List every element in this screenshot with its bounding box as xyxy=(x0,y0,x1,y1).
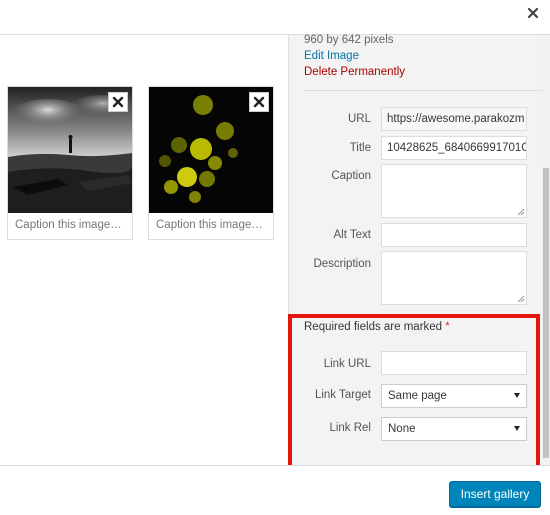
gallery-item-1[interactable]: Caption this image… xyxy=(7,86,133,240)
close-modal-button[interactable] xyxy=(521,2,545,26)
modal-header xyxy=(0,0,550,35)
close-icon xyxy=(253,96,265,108)
edit-image-link[interactable]: Edit Image xyxy=(304,50,359,62)
resize-handle-icon[interactable] xyxy=(517,208,525,216)
resize-handle-icon[interactable] xyxy=(517,295,525,303)
title-field[interactable]: 10428625_684066991701C xyxy=(381,136,527,160)
remove-image-button[interactable] xyxy=(249,92,269,112)
remove-image-button[interactable] xyxy=(108,92,128,112)
caption-input[interactable]: Caption this image… xyxy=(15,219,122,231)
highlight-annotation-box xyxy=(288,314,540,472)
close-icon xyxy=(527,7,539,19)
url-label: URL xyxy=(347,113,371,125)
title-label: Title xyxy=(349,142,371,154)
description-label: Description xyxy=(313,258,371,270)
gallery-item-2[interactable]: Caption this image… xyxy=(148,86,274,240)
insert-gallery-button[interactable]: Insert gallery xyxy=(449,481,541,507)
alt-text-label: Alt Text xyxy=(333,229,372,241)
delete-permanently-link[interactable]: Delete Permanently xyxy=(304,66,405,78)
caption-input[interactable]: Caption this image… xyxy=(156,219,263,231)
description-textarea[interactable] xyxy=(381,251,527,305)
caption-label: Caption xyxy=(331,170,371,182)
details-divider xyxy=(304,90,542,91)
sidebar-scrollbar-thumb[interactable] xyxy=(543,168,549,458)
url-field[interactable]: https://awesome.parakozm xyxy=(381,107,527,131)
image-dimensions: 960 by 642 pixels xyxy=(304,34,394,46)
close-icon xyxy=(112,96,124,108)
caption-textarea[interactable] xyxy=(381,164,527,218)
alt-text-field[interactable] xyxy=(381,223,527,247)
